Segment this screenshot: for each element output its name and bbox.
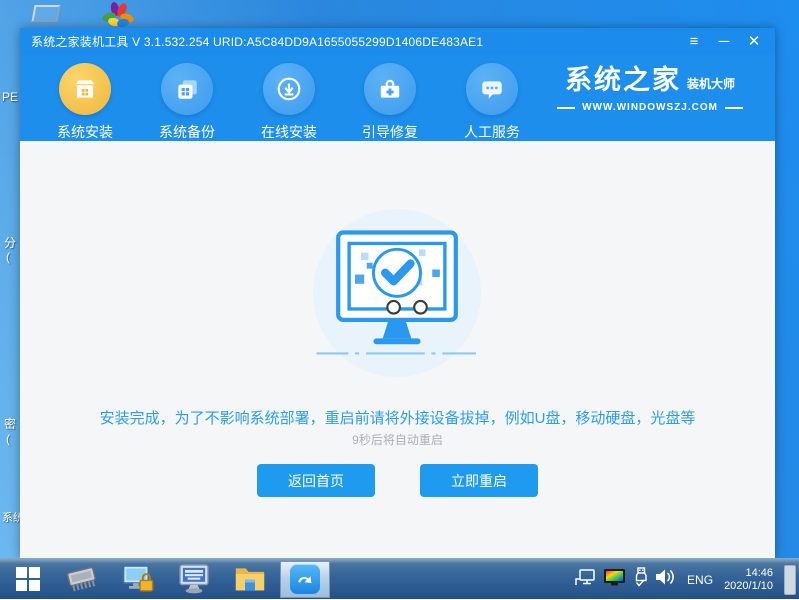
- nav-item-system-install[interactable]: 系统安装: [39, 63, 131, 142]
- show-desktop-button[interactable]: [784, 564, 796, 595]
- nav-item-boot-repair[interactable]: 引导修复: [344, 63, 436, 142]
- installer-window: 系统之家装机工具 V 3.1.532.254 URID:A5C84DD9A165…: [20, 28, 775, 558]
- network-icon[interactable]: [574, 568, 596, 592]
- window-title: 系统之家装机工具 V 3.1.532.254 URID:A5C84DD9A165…: [31, 35, 484, 49]
- desktop: PE 分 ( 密 ( 系统 系统之家装机工具 V 3.1.532.254 URI…: [0, 0, 799, 599]
- status-message: 安装完成，为了不影响系统部署，重启前请将外接设备拔掉，例如U盘，移动硬盘，光盘等: [99, 410, 696, 427]
- install-box-icon: [59, 63, 111, 115]
- taskbar-installer-app-active[interactable]: [280, 560, 330, 598]
- countdown-text: 9秒后将自动重启: [352, 433, 443, 447]
- nav-item-label: 引导修复: [362, 124, 418, 140]
- logo-dash-left: [557, 106, 576, 109]
- nav-item-system-backup[interactable]: 系统备份: [141, 63, 233, 142]
- language-indicator[interactable]: ENG: [683, 573, 717, 587]
- usb-icon[interactable]: [634, 567, 648, 592]
- brand-subtitle: 装机大师: [686, 77, 735, 91]
- taskbar-monitor-lock-icon[interactable]: [116, 559, 160, 599]
- close-icon[interactable]: ✕: [743, 31, 765, 53]
- chat-bubble-icon: [466, 63, 518, 115]
- installer-app-icon: [290, 564, 320, 594]
- nav-item-label: 系统备份: [159, 124, 215, 140]
- brand-logo: 系统之家 装机大师 WWW.WINDOWSZJ.COM: [541, 65, 759, 113]
- desktop-label-paren1[interactable]: (: [6, 250, 10, 264]
- nav-item-human-service[interactable]: 人工服务: [446, 63, 538, 142]
- memory-chip-icon: [66, 566, 96, 592]
- logo-dash-right: [724, 106, 743, 109]
- system-tray: ENG 14:46 2020/1/10: [574, 559, 799, 600]
- nav-item-label: 在线安装: [261, 124, 317, 140]
- success-illustration: [313, 209, 481, 377]
- nav-item-label: 系统安装: [57, 124, 113, 140]
- monitor-checkmark-icon: [316, 230, 478, 355]
- nav-item-online-install[interactable]: 在线安装: [243, 63, 335, 142]
- monitor-outline-icon[interactable]: [31, 5, 61, 22]
- desktop-label-fen[interactable]: 分: [4, 234, 16, 251]
- restart-now-button[interactable]: 立即重启: [420, 464, 538, 497]
- volume-icon[interactable]: [655, 568, 676, 591]
- taskbar-memory-chip-icon[interactable]: [60, 559, 104, 599]
- menu-icon[interactable]: ≡: [683, 31, 705, 53]
- clock-time: 14:46: [745, 566, 773, 579]
- folder-icon: [235, 568, 265, 591]
- main-content: 安装完成，为了不影响系统部署，重启前请将外接设备拔掉，例如U盘，移动硬盘，光盘等…: [20, 141, 775, 558]
- back-home-button[interactable]: 返回首页: [257, 464, 375, 497]
- windows-logo-icon: [16, 567, 40, 591]
- brand-url: WWW.WINDOWSZJ.COM: [582, 102, 718, 113]
- taskbar: ENG 14:46 2020/1/10: [0, 558, 799, 599]
- nav-bar: 系统安装 系统备份 在线安装 引导修复 人工服务 系统之家 装机大师 WWW.W…: [20, 55, 775, 141]
- download-circle-icon: [263, 63, 315, 115]
- title-bar: 系统之家装机工具 V 3.1.532.254 URID:A5C84DD9A165…: [20, 28, 775, 55]
- color-display-icon[interactable]: [603, 568, 627, 592]
- button-row: 返回首页 立即重启: [20, 464, 775, 497]
- minimize-icon[interactable]: ─: [713, 31, 735, 53]
- desktop-label-mi[interactable]: 密: [4, 415, 16, 432]
- monitor-lock-icon: [122, 564, 154, 592]
- taskbar-keyboard-monitor-icon[interactable]: [172, 559, 216, 599]
- desktop-label-paren2[interactable]: (: [6, 432, 10, 446]
- start-button[interactable]: [8, 559, 48, 599]
- backup-copies-icon: [161, 63, 213, 115]
- clock[interactable]: 14:46 2020/1/10: [724, 567, 777, 593]
- repair-toolbox-icon: [364, 63, 416, 115]
- clock-date: 2020/1/10: [724, 579, 773, 592]
- brand-title: 系统之家: [564, 65, 681, 95]
- desktop-label-pe[interactable]: PE: [2, 90, 18, 104]
- keyboard-monitor-icon: [179, 564, 209, 594]
- taskbar-folder-icon[interactable]: [228, 559, 272, 599]
- nav-item-label: 人工服务: [464, 124, 520, 140]
